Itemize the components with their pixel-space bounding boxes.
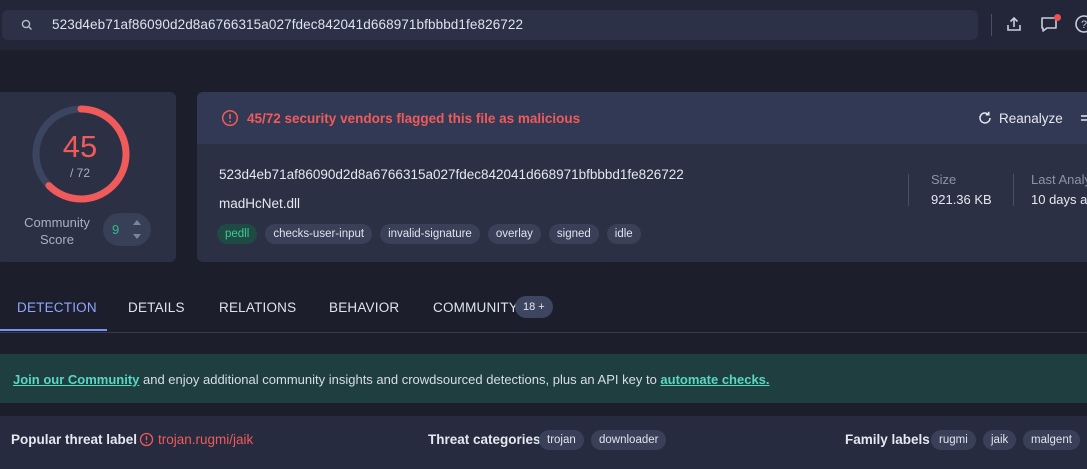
meta-divider [908, 174, 909, 206]
tag-invalid-signature[interactable]: invalid-signature [380, 224, 480, 244]
detection-count: 45 [62, 129, 98, 164]
reanalyze-label: Reanalyze [999, 111, 1063, 126]
file-info-card: 45/72 security vendors flagged this file… [197, 92, 1087, 262]
popular-threat-value[interactable]: trojan.rugmi/jaik [158, 432, 253, 447]
tag-idle[interactable]: idle [606, 224, 641, 244]
community-score-label: Community Score [24, 215, 90, 247]
category-downloader[interactable]: downloader [591, 430, 667, 450]
vote-up-icon[interactable] [133, 220, 141, 225]
file-tags: pedll checks-user-input invalid-signatur… [217, 224, 641, 244]
upload-icon[interactable] [1004, 14, 1024, 34]
file-hash: 523d4eb71af86090d2d8a6766315a027fdec8420… [219, 167, 684, 182]
popular-threat-label: Popular threat label [11, 432, 138, 447]
family-labels-label: Family labels [845, 432, 930, 447]
notification-dot [1054, 14, 1061, 21]
alert-header: 45/72 security vendors flagged this file… [197, 92, 1087, 144]
family-rugmi[interactable]: rugmi [931, 430, 976, 450]
detection-total: / 72 [69, 166, 90, 180]
size-value: 921.36 KB [931, 192, 992, 207]
last-analysis-value: 10 days ag [1031, 192, 1087, 207]
tab-community[interactable]: COMMUNITY [433, 300, 518, 315]
community-score-value: 9 [112, 222, 120, 237]
search-input[interactable]: 523d4eb71af86090d2d8a6766315a027fdec8420… [52, 17, 523, 32]
detection-score-card: 45 / 72 Community Score 9 [0, 92, 176, 262]
tab-detection[interactable]: DETECTION [17, 300, 97, 315]
tab-relations[interactable]: RELATIONS [219, 300, 296, 315]
tab-details[interactable]: DETAILS [128, 300, 185, 315]
community-banner: Join our Community and enjoy additional … [0, 354, 1087, 403]
threat-categories-label: Threat categories [428, 432, 541, 447]
alert-circle-icon [139, 432, 154, 447]
svg-text:?: ? [1081, 19, 1087, 31]
community-count-badge: 18 + [515, 296, 553, 318]
help-icon[interactable]: ? [1074, 14, 1087, 34]
tag-checks-user-input[interactable]: checks-user-input [265, 224, 373, 244]
family-jaik[interactable]: jaik [983, 430, 1017, 450]
active-tab-indicator [0, 329, 107, 331]
automate-checks-link[interactable]: automate checks. [660, 372, 769, 387]
tab-behavior[interactable]: BEHAVIOR [329, 300, 399, 315]
banner-text: Join our Community and enjoy additional … [13, 372, 770, 387]
tag-signed[interactable]: signed [548, 224, 599, 244]
tab-bar: DETECTION DETAILS RELATIONS BEHAVIOR COM… [0, 290, 1087, 333]
last-analysis-label: Last Analy [1031, 172, 1087, 187]
refresh-icon [979, 111, 991, 124]
malicious-warning: 45/72 security vendors flagged this file… [247, 111, 581, 126]
tag-overlay[interactable]: overlay [487, 224, 541, 244]
community-score-widget[interactable]: 9 [103, 213, 151, 246]
banner-message: and enjoy additional community insights … [139, 372, 661, 387]
search-bar[interactable]: 523d4eb71af86090d2d8a6766315a027fdec8420… [2, 10, 978, 40]
more-icon[interactable] [1080, 113, 1087, 123]
tag-pedll[interactable]: pedll [217, 224, 258, 244]
toolbar-divider [991, 14, 992, 36]
file-name: madHcNet.dll [219, 196, 301, 211]
top-bar: 523d4eb71af86090d2d8a6766315a027fdec8420… [0, 0, 1087, 50]
meta-divider [1013, 174, 1014, 206]
vote-down-icon[interactable] [133, 234, 141, 239]
threat-summary-row: Popular threat label trojan.rugmi/jaik T… [0, 416, 1087, 469]
join-community-link[interactable]: Join our Community [13, 372, 139, 387]
category-trojan[interactable]: trojan [539, 430, 584, 450]
size-label: Size [931, 172, 957, 187]
search-icon [21, 19, 32, 30]
alert-circle-icon [221, 109, 239, 127]
family-malgent[interactable]: malgent [1023, 430, 1080, 450]
